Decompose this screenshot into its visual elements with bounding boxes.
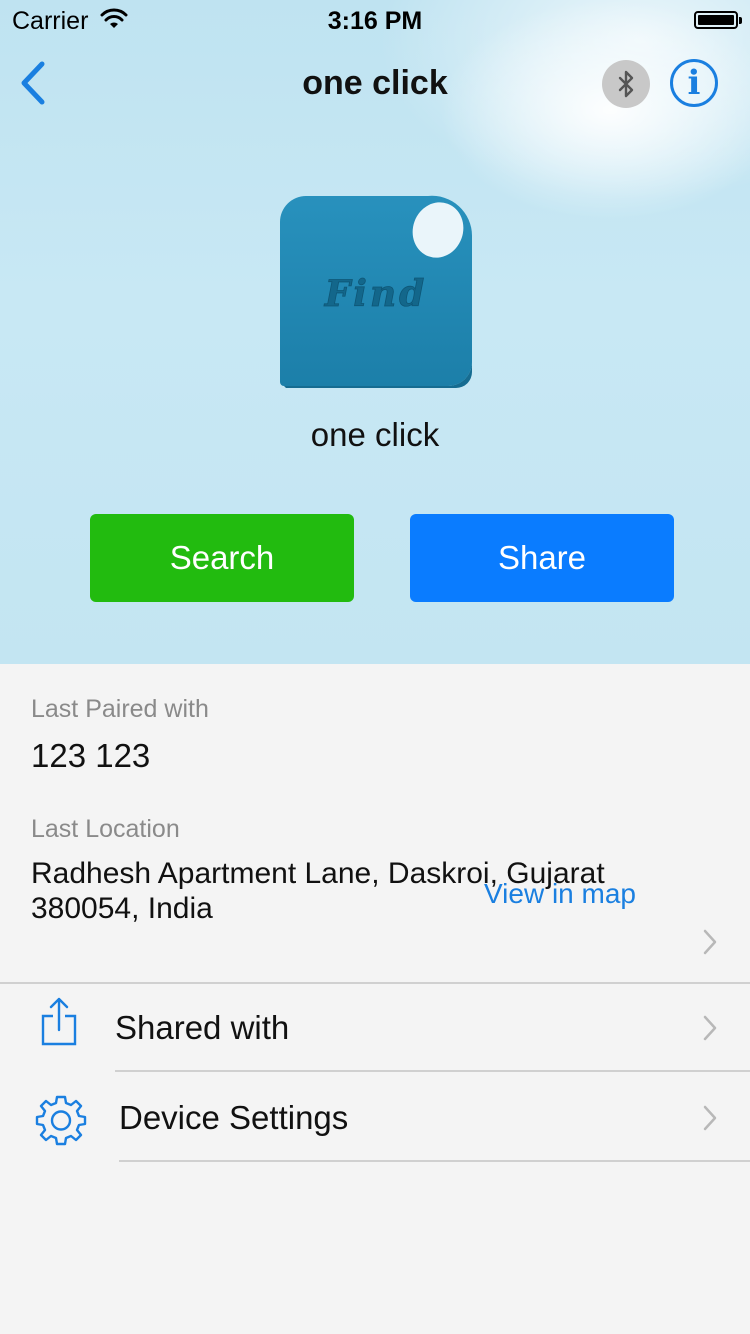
menu-item-label: Shared with: [115, 1009, 290, 1046]
section-divider: [0, 982, 750, 984]
gear-icon: [35, 1095, 87, 1146]
chevron-right-icon: [703, 1015, 717, 1041]
row-divider: [115, 1070, 750, 1072]
device-name: one click: [310, 416, 440, 453]
search-button[interactable]: Search: [90, 514, 354, 602]
info-button[interactable]: i: [670, 59, 718, 107]
share-button[interactable]: Share: [410, 514, 674, 602]
location-chevron-right-icon[interactable]: [702, 928, 718, 956]
bluetooth-button[interactable]: [602, 60, 650, 108]
row-divider: [119, 1160, 750, 1162]
chevron-right-icon: [703, 1105, 717, 1131]
battery-icon: [694, 11, 742, 29]
tracker-tag-image: Find: [280, 195, 473, 388]
last-paired-value: 123 123: [31, 737, 151, 774]
bluetooth-icon: [618, 70, 634, 98]
menu-item-label: Device Settings: [119, 1099, 349, 1136]
share-icon: [41, 997, 77, 1046]
status-bar: Carrier 3:16 PM: [0, 0, 750, 40]
tag-label: Find: [324, 273, 428, 315]
last-paired-label: Last Paired with: [31, 695, 209, 723]
view-in-map-link[interactable]: View in map: [484, 878, 636, 910]
status-time: 3:16 PM: [327, 7, 423, 35]
last-location-label: Last Location: [31, 815, 180, 843]
